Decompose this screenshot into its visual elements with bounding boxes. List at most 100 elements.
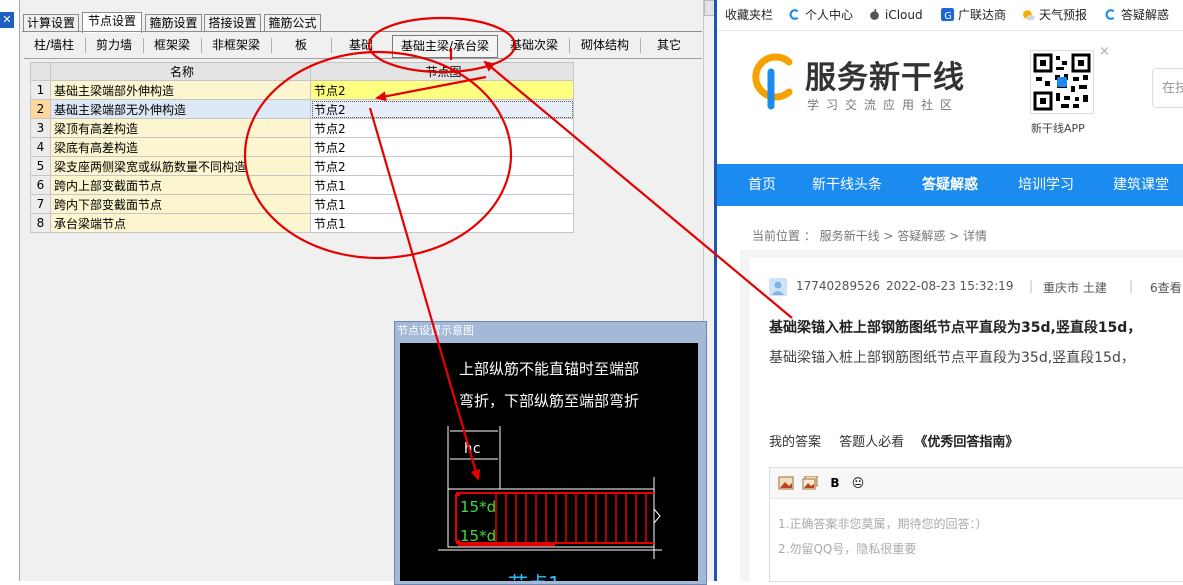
tab-node-settings[interactable]: 节点设置 [82,12,142,33]
bookmark-label: 答疑解惑 [1121,8,1170,22]
row-node-value[interactable]: 节点1 [310,194,574,214]
tab-my-answer[interactable]: 我的答案 [769,435,821,450]
editor-placeholder-line1: 1.正确答案非您莫属，期待您的回答：） [778,517,988,531]
question-author[interactable]: 17740289526 [796,279,880,293]
nav-home[interactable]: 首页 [748,164,776,206]
user-icon [772,281,784,295]
nav-training[interactable]: 培训学习 [1018,164,1074,206]
question-time: 2022-08-23 15:32:19 [886,279,1014,293]
bookmark-label: iCloud [885,8,923,22]
tab-stirrup-formula[interactable]: 箍筋公式 [264,14,321,32]
subtab-separator [85,38,86,53]
subtab-separator [569,38,570,53]
svg-text:G: G [944,11,952,21]
bookmark-personal-center[interactable]: 个人中心 [788,7,853,23]
subtab-column-wall[interactable]: 柱/墙柱 [26,35,82,56]
avatar[interactable] [769,278,787,296]
subtab-frame-beam[interactable]: 框架梁 [146,35,198,56]
tab-must-read[interactable]: 答题人必看 [839,435,904,450]
table-row[interactable]: 8 承台梁端节点 节点1 [30,213,574,233]
row-number: 2 [30,99,51,119]
grid-header-name[interactable]: 名称 [50,62,311,81]
weather-icon [1023,10,1035,21]
table-row[interactable]: 3 梁顶有高差构造 节点2 [30,118,574,138]
bookmark-favorites[interactable]: 收藏夹栏 [711,7,773,23]
row-name: 基础主梁端部无外伸构造 [50,99,311,119]
nav-qa[interactable]: 答疑解惑 [922,164,978,206]
row-node-value[interactable]: 节点2 [310,80,574,100]
row-number: 5 [30,156,51,176]
bar-label-bottom: 15*d [460,527,496,545]
glodon-icon: G [941,8,954,21]
apple-icon [870,9,879,20]
subtab-separator [143,38,144,53]
bookmark-weather[interactable]: 天气预报 [1022,7,1087,23]
nav-headlines[interactable]: 新干线头条 [812,164,882,206]
row-name: 梁底有高差构造 [50,137,311,157]
subtab-shear-wall[interactable]: 剪力墙 [88,35,140,56]
site-logo-icon[interactable] [749,52,799,110]
table-row[interactable]: 6 跨内上部变截面节点 节点1 [30,175,574,195]
meta-separator: | [1129,279,1134,293]
bookmark-label: 天气预报 [1039,8,1088,22]
row-number: 7 [30,194,51,214]
table-row[interactable]: 4 梁底有高差构造 节点2 [30,137,574,157]
subtab-other[interactable]: 其它 [643,35,695,56]
qr-caption: 新干线APP [1031,122,1085,135]
table-row[interactable]: 2 基础主梁端部无外伸构造 节点2 [30,99,574,119]
answer-tabs: 我的答案 答题人必看 《优秀回答指南》 [769,431,1032,450]
subtab-foundation-main-beam[interactable]: 基础主梁/承台梁 [392,35,498,58]
subtab-foundation[interactable]: 基础 [334,35,388,56]
close-icon[interactable]: ✕ [0,12,14,28]
tab-stirrup-settings[interactable]: 箍筋设置 [145,14,202,32]
breadcrumb[interactable]: 当前位置 ： 服务新干线 > 答疑解惑 > 详情 [752,227,987,244]
row-node-value[interactable]: 节点1 [310,213,574,233]
table-row[interactable]: 7 跨内下部变截面节点 节点1 [30,194,574,214]
bookmark-icloud[interactable]: iCloud [868,7,923,23]
bar-label-top: 15*d [460,498,496,516]
row-node-value[interactable]: 节点2 [310,99,574,119]
tab-calc-settings[interactable]: 计算设置 [23,14,79,32]
node-settings-grid: 名称 节点图 1 基础主梁端部外伸构造 节点2 2 基础主梁端部无外伸构造 节点… [30,62,574,233]
insert-gallery-icon[interactable] [802,476,818,490]
row-node-value[interactable]: 节点2 [310,137,574,157]
table-row[interactable]: 5 梁支座两侧梁宽或纵筋数量不同构造 节点2 [30,156,574,176]
site-logo-icon [1105,9,1115,20]
question-region: 重庆市 土建 [1043,281,1107,295]
node-name-label: 节点1 [508,572,561,581]
row-number: 1 [30,80,51,100]
editor-placeholder-line2: 2.勿留QQ号，隐私很重要 [778,542,917,556]
dim-label-hc: hc [464,441,481,457]
row-node-value[interactable]: 节点2 [310,156,574,176]
row-node-value[interactable]: 节点2 [310,118,574,138]
subtab-separator [201,38,202,53]
subtab-foundation-secondary-beam[interactable]: 基础次梁 [503,35,565,56]
grid-header-row: 名称 节点图 [30,62,574,81]
row-name: 跨内上部变截面节点 [50,175,311,195]
bookmark-glodon[interactable]: G 广联达商 [941,7,1006,23]
grid-header-node[interactable]: 节点图 [310,62,574,81]
bookmark-qa[interactable]: 答疑解惑 [1104,7,1169,23]
meta-separator: | [1029,279,1034,293]
qr-code-icon [1030,50,1094,114]
row-number: 3 [30,118,51,138]
tab-answer-guide[interactable]: 《优秀回答指南》 [914,435,1018,450]
row-number: 6 [30,175,51,195]
bold-button[interactable]: B [827,476,843,490]
nav-classroom[interactable]: 建筑课堂 [1113,164,1169,206]
site-logo-icon [789,9,799,20]
table-row[interactable]: 1 基础主梁端部外伸构造 节点2 [30,80,574,100]
rebar-node-drawing: hc 15*d 15*d 节点1 [438,426,662,581]
subtab-separator [271,38,272,53]
close-icon[interactable]: × [1099,44,1110,59]
row-node-value[interactable]: 节点1 [310,175,574,195]
subtab-masonry[interactable]: 砌体结构 [573,35,637,56]
site-logo-title[interactable]: 服务新干线 [805,52,965,97]
tab-lap-settings[interactable]: 搭接设置 [204,14,261,32]
subtab-slab[interactable]: 板 [274,35,328,56]
insert-image-icon[interactable] [778,476,794,490]
search-input[interactable]: 在技 [1152,68,1183,108]
bookmark-label: 广联达商 [958,8,1007,22]
subtab-non-frame-beam[interactable]: 非框架梁 [204,35,268,56]
emoji-icon[interactable]: 😐 [850,476,866,490]
